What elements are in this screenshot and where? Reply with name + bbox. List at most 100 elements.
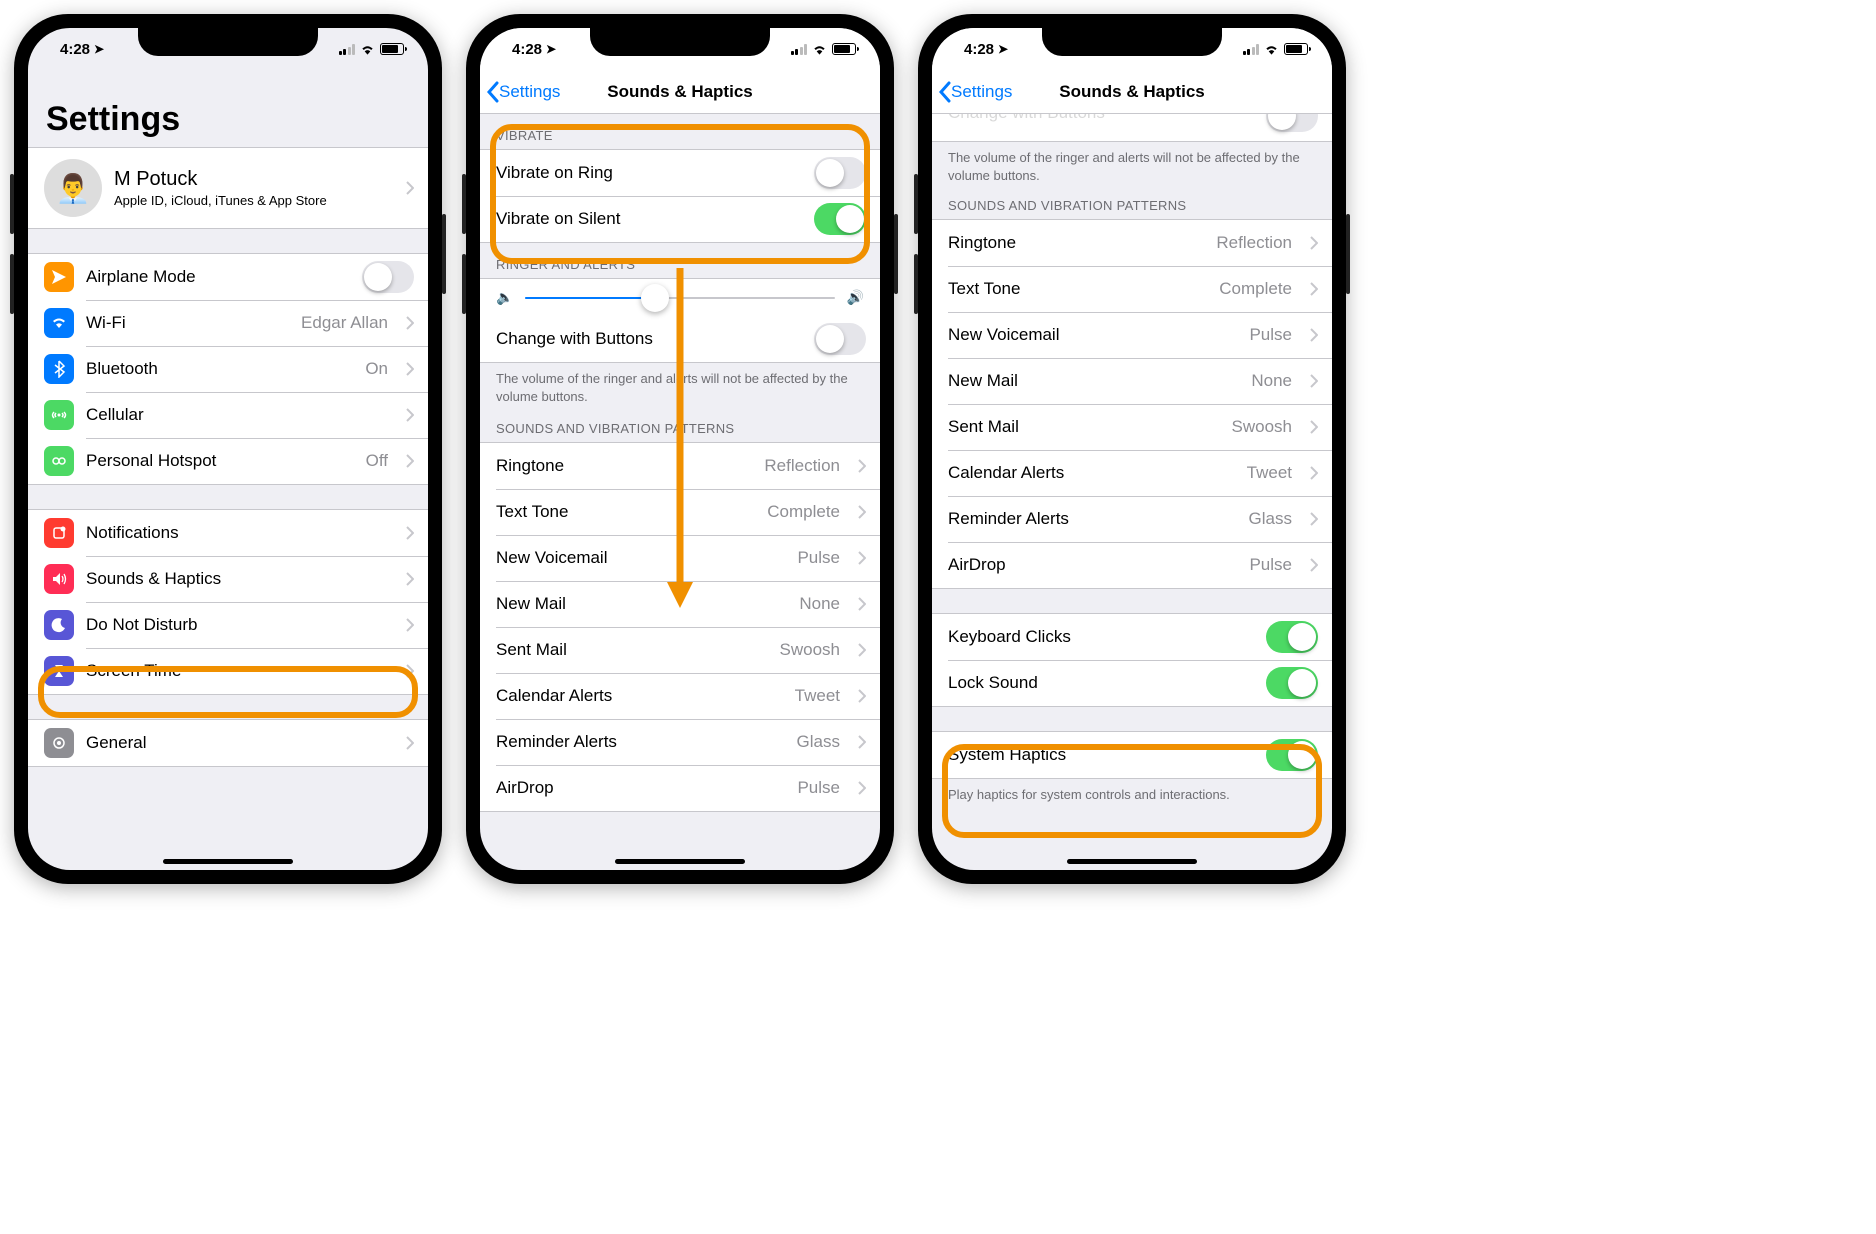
page-title: Settings — [46, 100, 410, 139]
airplane-toggle[interactable] — [362, 261, 414, 293]
bluetooth-icon — [44, 354, 74, 384]
vibrate-on-ring-cell[interactable]: Vibrate on Ring — [480, 150, 880, 196]
cell-value: Pulse — [1249, 555, 1292, 575]
chevron-right-icon — [858, 643, 866, 657]
gear-icon — [44, 728, 74, 758]
phone-3-sounds-bottom: 4:28 ➤ Settings Sounds & Haptics Change … — [918, 14, 1346, 884]
volume-footer-note: The volume of the ringer and alerts will… — [932, 142, 1332, 194]
arrow-down-icon — [665, 268, 695, 608]
nav-bar: Settings Sounds & Haptics — [932, 70, 1332, 114]
cell-value: None — [1251, 371, 1292, 391]
cell-label: Calendar Alerts — [948, 463, 1064, 483]
cell-value: Tweet — [795, 686, 840, 706]
location-icon: ➤ — [94, 42, 104, 56]
home-indicator[interactable] — [1067, 859, 1197, 864]
location-icon: ➤ — [998, 42, 1008, 56]
sound-pattern-cell[interactable]: Calendar AlertsTweet — [480, 673, 880, 719]
cell-value: Pulse — [797, 778, 840, 798]
section-patterns-header: SOUNDS AND VIBRATION PATTERNS — [932, 194, 1332, 219]
sound-pattern-cell[interactable]: New VoicemailPulse — [932, 312, 1332, 358]
vibrate-ring-toggle[interactable] — [814, 157, 866, 189]
chevron-right-icon — [1310, 328, 1318, 342]
notifications-icon — [44, 518, 74, 548]
change-buttons-toggle[interactable] — [1266, 114, 1318, 132]
sound-pattern-cell[interactable]: Sent MailSwoosh — [480, 627, 880, 673]
keyboard-clicks-cell[interactable]: Keyboard Clicks — [932, 614, 1332, 660]
profile-name: M Potuck — [114, 168, 327, 191]
back-button[interactable]: Settings — [480, 81, 560, 103]
status-time: 4:28 — [60, 41, 90, 58]
system-haptics-toggle[interactable] — [1266, 739, 1318, 771]
sound-pattern-cell[interactable]: New MailNone — [932, 358, 1332, 404]
status-time: 4:28 — [964, 41, 994, 58]
cell-value: Complete — [1219, 279, 1292, 299]
signal-icon — [339, 44, 356, 55]
screentime-cell[interactable]: Screen Time — [28, 648, 428, 694]
phone-1-settings: 4:28 ➤ Settings 👨‍💼 M Potuck Apple ID, i… — [14, 14, 442, 884]
cell-label: AirDrop — [496, 778, 554, 798]
system-haptics-cell[interactable]: System Haptics — [932, 732, 1332, 778]
hourglass-icon — [44, 656, 74, 686]
sound-pattern-cell[interactable]: AirDropPulse — [932, 542, 1332, 588]
vibrate-silent-toggle[interactable] — [814, 203, 866, 235]
sound-pattern-cell[interactable]: Calendar Alerts Tweet — [932, 450, 1332, 496]
chevron-right-icon — [406, 408, 414, 422]
hotspot-cell[interactable]: Personal Hotspot Off — [28, 438, 428, 484]
volume-low-icon: 🔈 — [496, 289, 513, 306]
lock-sound-cell[interactable]: Lock Sound — [932, 660, 1332, 706]
keyboard-clicks-toggle[interactable] — [1266, 621, 1318, 653]
cell-label: Sent Mail — [948, 417, 1019, 437]
sound-pattern-cell[interactable]: Reminder AlertsGlass — [932, 496, 1332, 542]
nav-title: Sounds & Haptics — [607, 82, 752, 102]
chevron-right-icon — [406, 572, 414, 586]
lock-sound-toggle[interactable] — [1266, 667, 1318, 699]
chevron-right-icon — [406, 181, 414, 195]
apple-id-cell[interactable]: 👨‍💼 M Potuck Apple ID, iCloud, iTunes & … — [28, 148, 428, 228]
vibrate-on-silent-cell[interactable]: Vibrate on Silent — [480, 196, 880, 242]
chevron-right-icon — [858, 689, 866, 703]
notifications-cell[interactable]: Notifications — [28, 510, 428, 556]
cell-value: Tweet — [1247, 463, 1292, 483]
home-indicator[interactable] — [163, 859, 293, 864]
change-buttons-toggle[interactable] — [814, 323, 866, 355]
dnd-cell[interactable]: Do Not Disturb — [28, 602, 428, 648]
cell-label: Reminder Alerts — [496, 732, 617, 752]
cell-label: Ringtone — [496, 456, 564, 476]
chevron-right-icon — [406, 618, 414, 632]
cell-label: Ringtone — [948, 233, 1016, 253]
avatar: 👨‍💼 — [44, 159, 102, 217]
sound-pattern-cell[interactable]: RingtoneReflection — [932, 220, 1332, 266]
wifi-cell[interactable]: Wi-Fi Edgar Allan — [28, 300, 428, 346]
home-indicator[interactable] — [615, 859, 745, 864]
change-with-buttons-cell-partial[interactable]: Change with Buttons — [932, 114, 1332, 142]
signal-icon — [1243, 44, 1260, 55]
location-icon: ➤ — [546, 42, 556, 56]
chevron-right-icon — [406, 664, 414, 678]
cell-label: Reminder Alerts — [948, 509, 1069, 529]
wifi-settings-icon — [44, 308, 74, 338]
back-button[interactable]: Settings — [932, 81, 1012, 103]
cell-value: Reflection — [764, 456, 840, 476]
sound-pattern-cell[interactable]: Text ToneComplete — [932, 266, 1332, 312]
sound-pattern-cell[interactable]: AirDrop Pulse — [480, 765, 880, 811]
cellular-icon — [44, 400, 74, 430]
sound-pattern-cell[interactable]: Reminder AlertsGlass — [480, 719, 880, 765]
chevron-right-icon — [858, 735, 866, 749]
cellular-cell[interactable]: Cellular — [28, 392, 428, 438]
general-cell[interactable]: General — [28, 720, 428, 766]
airplane-mode-cell[interactable]: Airplane Mode — [28, 254, 428, 300]
chevron-right-icon — [1310, 466, 1318, 480]
wifi-icon — [812, 43, 827, 55]
chevron-right-icon — [858, 459, 866, 473]
haptics-footer-note: Play haptics for system controls and int… — [932, 779, 1332, 814]
chevron-left-icon — [486, 81, 499, 103]
sound-pattern-cell[interactable]: Sent MailSwoosh — [932, 404, 1332, 450]
nav-bar: Settings Sounds & Haptics — [480, 70, 880, 114]
bluetooth-cell[interactable]: Bluetooth On — [28, 346, 428, 392]
battery-icon — [380, 43, 404, 55]
wifi-icon — [1264, 43, 1279, 55]
profile-subtitle: Apple ID, iCloud, iTunes & App Store — [114, 193, 327, 208]
sounds-haptics-cell[interactable]: Sounds & Haptics — [28, 556, 428, 602]
cell-label: Text Tone — [496, 502, 568, 522]
wifi-icon — [360, 43, 375, 55]
